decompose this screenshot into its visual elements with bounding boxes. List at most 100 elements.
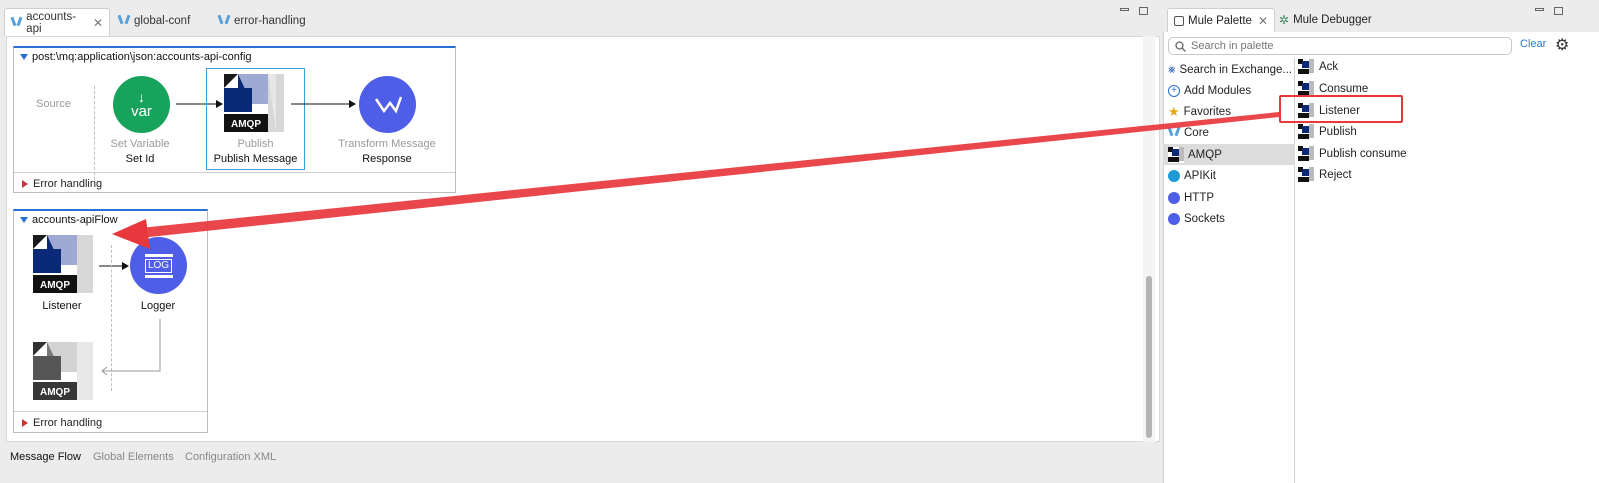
tab-mule-palette[interactable]: Mule Palette ✕ [1167, 8, 1275, 32]
component-type: Set Variable [110, 138, 170, 150]
source-label: Source [36, 98, 71, 110]
logger-component[interactable]: LOG [130, 237, 187, 294]
error-handling-section[interactable]: Error handling [14, 411, 207, 433]
amqp-icon: AMQP [33, 342, 93, 400]
mule-icon [218, 15, 230, 27]
operation-label: Publish [1319, 126, 1357, 138]
flow-accounts-api[interactable]: accounts-apiFlow AMQP Listener LOG Logge… [13, 209, 208, 433]
operation-publish[interactable]: Publish [1298, 122, 1357, 142]
amqp-icon [1298, 124, 1314, 140]
transform-message-component[interactable] [359, 76, 416, 133]
sockets-icon [1168, 212, 1180, 225]
operation-label: Ack [1319, 61, 1339, 73]
collapse-icon[interactable] [20, 54, 28, 60]
maximize-icon[interactable] [1554, 7, 1563, 15]
error-handling-label: Error handling [33, 416, 103, 429]
category-sockets[interactable]: Sockets [1163, 208, 1295, 229]
component-type: Publish [237, 138, 274, 150]
var-icon: ↓ var [131, 89, 152, 120]
expand-icon[interactable] [22, 418, 28, 427]
palette-tab-bar: Mule Palette ✕ ✲ Mule Debugger [1163, 0, 1599, 32]
mule-icon [1168, 127, 1180, 139]
svg-text:AMQP: AMQP [40, 387, 70, 398]
category-apikit[interactable]: APIKit [1163, 165, 1295, 186]
error-handling-label: Error handling [33, 177, 103, 190]
add-icon: + [1168, 84, 1180, 97]
category-amqp[interactable]: AMQP [1163, 144, 1295, 165]
tab-configuration-xml[interactable]: Configuration XML [185, 451, 276, 463]
amqp-icon [1168, 146, 1184, 163]
tab-message-flow[interactable]: Message Flow [10, 451, 81, 463]
expand-icon[interactable] [22, 179, 28, 188]
set-variable-component[interactable]: ↓ var [113, 76, 170, 133]
category-core[interactable]: Core [1163, 122, 1295, 143]
svg-text:AMQP: AMQP [231, 119, 261, 130]
category-label: Search in Exchange... [1179, 63, 1292, 76]
category-add-modules[interactable]: + Add Modules [1163, 80, 1295, 101]
flow-title[interactable]: accounts-apiFlow [20, 214, 118, 226]
log-icon: LOG [144, 253, 173, 278]
mule-icon [11, 17, 22, 29]
source-divider [94, 86, 95, 180]
transform-icon [374, 96, 402, 114]
component-name: Publish Message [213, 153, 298, 165]
amqp-icon: AMQP [224, 74, 284, 132]
gear-icon[interactable]: ⚙ [1555, 35, 1569, 55]
listener-highlight-box [1279, 95, 1403, 123]
tab-error-handling[interactable]: error-handling [212, 10, 312, 32]
amqp-icon [1298, 59, 1314, 75]
debugger-icon: ✲ [1279, 13, 1290, 27]
flow-title[interactable]: post:\mq:application\json:accounts-api-c… [20, 51, 252, 63]
maximize-icon[interactable] [1139, 7, 1148, 15]
operation-reject[interactable]: Reject [1298, 165, 1352, 185]
category-favorites[interactable]: ★ Favorites [1163, 101, 1295, 122]
minimize-icon[interactable] [1535, 8, 1544, 11]
tab-global-conf[interactable]: global-conf [112, 10, 196, 32]
scrollbar-thumb[interactable] [1146, 276, 1152, 438]
tab-accounts-api[interactable]: accounts-api ✕ [4, 8, 110, 36]
clear-button[interactable]: Clear [1520, 38, 1546, 50]
category-http[interactable]: HTTP [1163, 187, 1295, 208]
amqp-icon[interactable]: AMQP [33, 235, 93, 295]
category-label: Favorites [1183, 105, 1231, 118]
collapse-icon[interactable] [20, 217, 28, 223]
component-name: Logger [140, 300, 176, 312]
close-icon[interactable]: ✕ [1258, 14, 1268, 28]
category-label: Core [1184, 126, 1209, 139]
http-icon [1168, 191, 1180, 204]
amqp-icon [1298, 167, 1314, 183]
minimize-icon[interactable] [1120, 8, 1129, 11]
category-label: Add Modules [1184, 84, 1252, 97]
connector-arrow [99, 262, 129, 270]
component-type: Transform Message [338, 138, 436, 150]
tab-global-elements[interactable]: Global Elements [93, 451, 174, 463]
amqp-icon [1298, 146, 1314, 162]
svg-text:AMQP: AMQP [40, 280, 70, 291]
star-icon: ★ [1168, 103, 1180, 119]
apikit-icon [1168, 169, 1180, 182]
tab-label: global-conf [134, 15, 191, 27]
tab-mule-debugger[interactable]: ✲ Mule Debugger [1273, 8, 1378, 32]
category-label: APIKit [1184, 169, 1216, 182]
category-label: HTTP [1184, 191, 1215, 204]
exchange-icon: ⨳ [1168, 62, 1176, 76]
search-input[interactable] [1191, 40, 1491, 52]
palette-search[interactable] [1168, 37, 1512, 55]
close-icon[interactable]: ✕ [93, 16, 103, 30]
editor-tab-bar: accounts-api ✕ global-conf error-handlin… [0, 0, 1160, 36]
category-search-exchange[interactable]: ⨳ Search in Exchange... [1163, 59, 1295, 80]
search-icon [1175, 40, 1186, 52]
operation-label: Reject [1319, 169, 1352, 181]
operation-ack[interactable]: Ack [1298, 57, 1338, 77]
component-name: Listener [42, 300, 82, 312]
flow-post-accounts[interactable]: post:\mq:application\json:accounts-api-c… [13, 46, 456, 193]
tab-label: accounts-api [26, 10, 77, 35]
tab-label: Mule Palette [1188, 14, 1252, 27]
operation-publish-consume[interactable]: Publish consume [1298, 144, 1407, 164]
flow-title-text: post:\mq:application\json:accounts-api-c… [32, 51, 252, 63]
tab-label: error-handling [234, 15, 306, 27]
component-name: Response [362, 153, 412, 165]
operation-label: Publish consume [1319, 148, 1407, 160]
mule-icon [118, 15, 130, 27]
error-handling-section[interactable]: Error handling [14, 172, 455, 194]
